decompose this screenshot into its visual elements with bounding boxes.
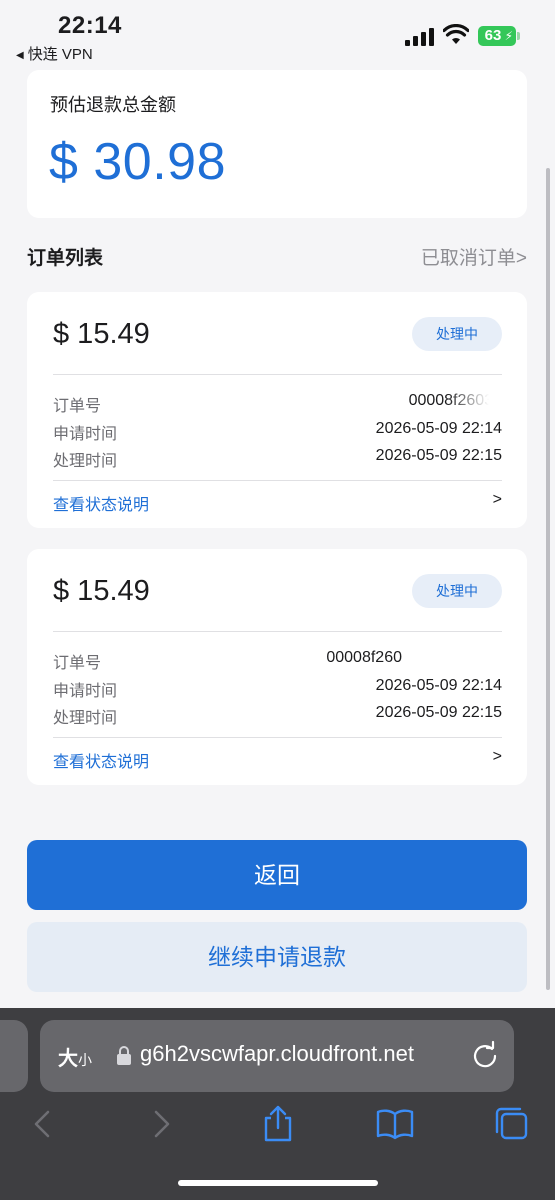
charging-bolt-icon: ⚡ [504, 29, 513, 43]
address-bar[interactable]: 大小 g6h2vscwfapr.cloudfront.net [40, 1020, 514, 1092]
divider [53, 374, 502, 375]
previous-tab-preview[interactable] [0, 1020, 28, 1092]
back-arrow-icon[interactable] [24, 1104, 64, 1144]
status-help-label: 查看状态说明 [53, 754, 150, 771]
battery-level: 63 [484, 27, 502, 44]
refund-summary-card: 预估退款总金额 $ 30.98 [27, 70, 527, 218]
redaction-fade [447, 391, 507, 409]
tabs-icon[interactable] [492, 1104, 532, 1144]
bookmarks-icon[interactable] [375, 1104, 415, 1144]
url-text: g6h2vscwfapr.cloudfront.net [140, 1041, 414, 1066]
order-list-header: 订单列表 已取消订单> [27, 243, 527, 269]
process-time-label: 处理时间 [53, 710, 118, 727]
status-badge: 处理中 [412, 317, 502, 351]
status-help-label: 查看状态说明 [53, 497, 150, 514]
battery-indicator: 63 ⚡ [478, 26, 520, 46]
refund-total-label: 预估退款总金额 [50, 95, 176, 115]
apply-time-row: 申请时间 2026-05-09 22:14 [53, 420, 502, 443]
back-triangle-icon: ◀ [16, 50, 24, 61]
order-number-row: 订单号 00008f260 [53, 649, 502, 672]
clock: 22:14 [58, 12, 122, 39]
cellular-signal-icon [405, 28, 435, 46]
cancelled-orders-link[interactable]: 已取消订单> [421, 243, 527, 270]
forward-arrow-icon[interactable] [140, 1104, 180, 1144]
apply-time-label: 申请时间 [53, 683, 118, 700]
status-bar: 22:14 ◀ 快连 VPN 63 ⚡ [0, 0, 555, 68]
apply-time-label: 申请时间 [53, 426, 118, 443]
order-number-label: 订单号 [53, 398, 102, 415]
wifi-icon [443, 24, 469, 44]
scrollbar[interactable] [546, 168, 550, 990]
order-number-row: 订单号 00008f26035 [53, 392, 502, 415]
order-number-value: 00008f260 [326, 649, 402, 666]
home-indicator[interactable] [178, 1180, 378, 1186]
process-time-label: 处理时间 [53, 453, 118, 470]
order-card: $ 15.49 处理中 订单号 00008f260 申请时间 2026-05-0… [27, 549, 527, 785]
lock-icon [117, 1046, 131, 1065]
text-size-small: 小 [78, 1052, 92, 1068]
process-time-row: 处理时间 2026-05-09 22:15 [53, 704, 502, 727]
share-icon[interactable] [258, 1104, 298, 1144]
process-time-value: 2026-05-09 22:15 [375, 447, 502, 464]
apply-time-value: 2026-05-09 22:14 [375, 677, 502, 694]
order-amount: $ 15.49 [53, 575, 150, 607]
continue-refund-button[interactable]: 继续申请退款 [27, 922, 527, 992]
page-settings-button[interactable]: 大小 [58, 1042, 92, 1071]
divider [53, 631, 502, 632]
text-size-large: 大 [58, 1048, 78, 1070]
status-help-link[interactable]: 查看状态说明 > [53, 489, 502, 514]
back-to-app-link[interactable]: ◀ 快连 VPN [16, 43, 93, 64]
reload-icon[interactable] [470, 1040, 500, 1070]
order-card: $ 15.49 处理中 订单号 00008f26035 申请时间 2026-05… [27, 292, 527, 528]
refund-total-amount: $ 30.98 [49, 133, 226, 191]
back-app-label: 快连 VPN [27, 46, 93, 63]
chevron-right-icon: > [492, 748, 502, 765]
status-badge: 处理中 [412, 574, 502, 608]
back-button[interactable]: 返回 [27, 840, 527, 910]
browser-toolbar: 大小 g6h2vscwfapr.cloudfront.net [0, 1008, 555, 1200]
process-time-row: 处理时间 2026-05-09 22:15 [53, 447, 502, 470]
chevron-right-icon: > [492, 491, 502, 508]
status-help-link[interactable]: 查看状态说明 > [53, 746, 502, 771]
divider [53, 737, 502, 738]
order-list-title: 订单列表 [27, 248, 104, 269]
apply-time-row: 申请时间 2026-05-09 22:14 [53, 677, 502, 700]
divider [53, 480, 502, 481]
order-amount: $ 15.49 [53, 318, 150, 350]
order-number-label: 订单号 [53, 655, 102, 672]
apply-time-value: 2026-05-09 22:14 [375, 420, 502, 437]
process-time-value: 2026-05-09 22:15 [375, 704, 502, 721]
